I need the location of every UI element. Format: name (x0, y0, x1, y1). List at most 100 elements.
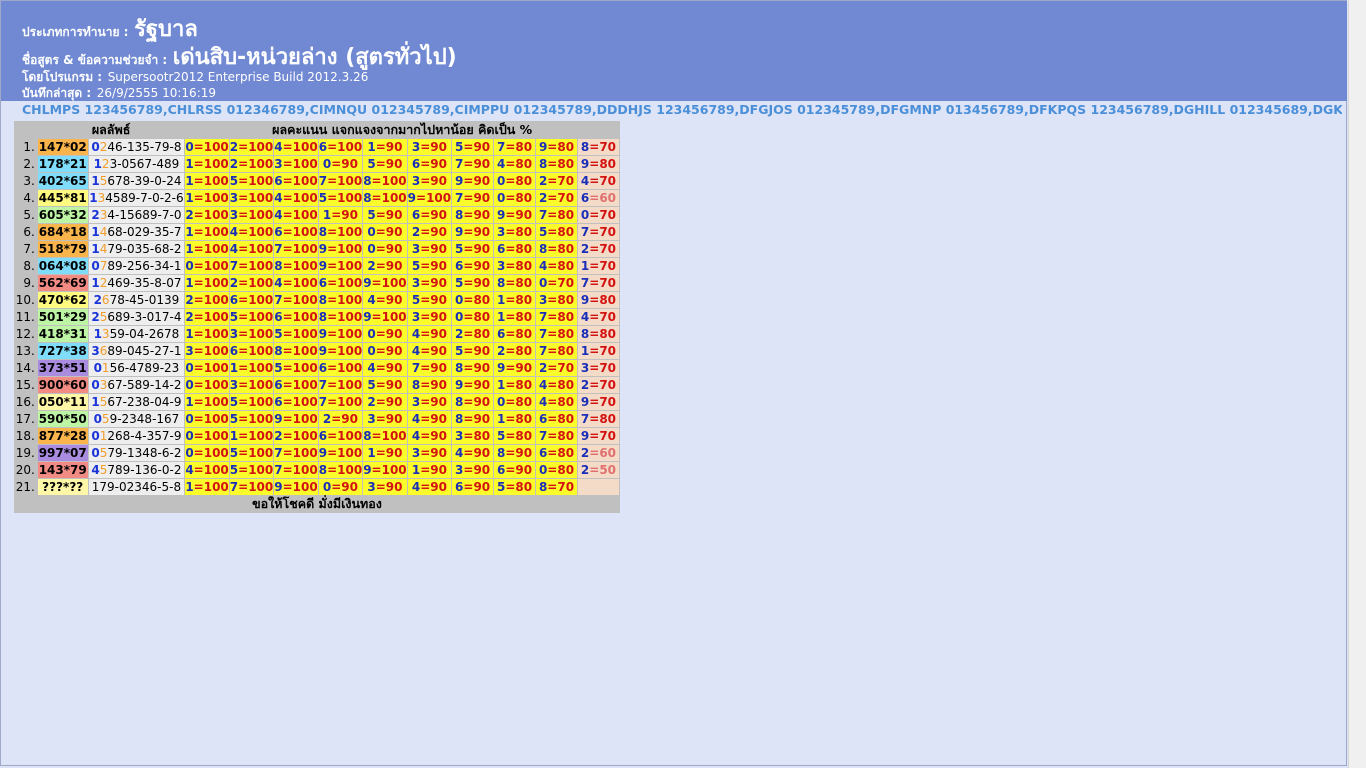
score-percent: =80 (547, 378, 575, 392)
table-row: 2. 178*21 123-0567-489 1=100 2=100 3=100 0=90 5… (15, 156, 619, 172)
score-digit: 4 (229, 225, 239, 239)
score-percent: =100 (193, 293, 229, 307)
header-score: ผลคะแนน แจกแจงจากมากไปหาน้อย คิดเป็น % (185, 122, 619, 138)
score-digit: 8 (274, 344, 283, 358)
score-percent: =90 (375, 140, 403, 154)
result-cell: 178*21 (37, 156, 88, 172)
score-cell: 6=100 (318, 428, 363, 444)
score-cell: 6=90 (452, 258, 494, 274)
score-percent: =100 (327, 463, 363, 477)
score-cell: 3=90 (363, 411, 407, 427)
score-percent: =90 (463, 225, 491, 239)
sequence-rest: 9-2348-167 (109, 412, 180, 426)
score-cell: 3=80 (452, 428, 494, 444)
score-percent: =100 (193, 361, 229, 375)
score-cell: 5=80 (536, 224, 577, 240)
score-percent: =90 (420, 327, 447, 341)
score-digit: 1 (411, 463, 421, 477)
score-digit: 9 (407, 191, 417, 205)
score-percent: =50 (589, 463, 617, 477)
score-cell: 8=100 (363, 190, 407, 206)
score-percent: =70 (589, 344, 617, 358)
score-cell: 9=80 (577, 156, 619, 172)
score-cell: 7=100 (318, 394, 363, 410)
score-cell: 1=80 (494, 411, 536, 427)
score-cell: 9=80 (536, 139, 577, 155)
result-cell: 373*51 (37, 360, 88, 376)
sequence-second-digit: 2 (101, 157, 110, 171)
score-cell: 4=80 (536, 258, 577, 274)
score-percent: =90 (463, 361, 491, 375)
score-digit: 3 (411, 174, 421, 188)
code-item: CHLRSS 012346789 (167, 102, 305, 117)
table-row: 8. 064*08 0789-256-34-1 0=100 7=100 8=100 9=10… (15, 258, 619, 274)
vertical-scrollbar[interactable] (1348, 0, 1366, 768)
result-cell: 470*62 (37, 292, 88, 308)
score-percent: =90 (463, 191, 491, 205)
score-cell: 5=100 (318, 190, 363, 206)
score-cell: 0=80 (494, 173, 536, 189)
score-cell: 4=90 (407, 428, 452, 444)
score-digit: 9 (318, 242, 328, 256)
score-cell: 2=100 (185, 309, 229, 325)
score-percent: =90 (331, 157, 359, 171)
score-percent: =70 (547, 361, 575, 375)
score-digit: 0 (185, 429, 194, 443)
result-cell: 418*31 (37, 326, 88, 342)
result-cell: 605*32 (37, 207, 88, 223)
score-percent: =90 (420, 344, 447, 358)
score-digit: 6 (274, 174, 283, 188)
score-cell: 0=70 (536, 275, 577, 291)
score-digit: 0 (322, 480, 332, 494)
score-cell: 8=90 (494, 445, 536, 461)
score-percent: =90 (375, 293, 403, 307)
score-digit: 6 (318, 361, 328, 375)
score-cell: 7=80 (577, 411, 619, 427)
score-cell: 2=100 (185, 207, 229, 223)
code-item: DDDHJS 123456789 (596, 102, 735, 117)
score-percent: =90 (375, 378, 403, 392)
score-digit: 1 (229, 429, 239, 443)
table-row: 21. ???*?? 179-02346-5-8 1=100 7=100 9=100 0=9… (15, 479, 619, 495)
score-cell: 0=80 (452, 309, 494, 325)
score-digit: 7 (229, 259, 239, 273)
score-cell: 8=100 (363, 428, 407, 444)
score-cell: 9=90 (452, 224, 494, 240)
sequence-first-digit: 2 (91, 310, 100, 324)
score-cell: 3=100 (185, 343, 229, 359)
row-number: 3. (15, 173, 37, 189)
score-digit: 9 (274, 412, 283, 426)
score-cell: 5=100 (229, 394, 274, 410)
score-cell: 4=90 (407, 479, 452, 495)
score-cell: 7=100 (274, 241, 318, 257)
score-digit: 4 (229, 242, 239, 256)
score-percent: =80 (547, 293, 575, 307)
score-digit: 5 (274, 327, 283, 341)
score-cell: 6=90 (494, 462, 536, 478)
score-percent: =100 (193, 191, 229, 205)
score-percent: =90 (420, 412, 447, 426)
score-percent: =80 (505, 412, 533, 426)
score-percent: =90 (375, 259, 403, 273)
score-digit: 5 (229, 310, 239, 324)
score-digit: 2 (367, 395, 376, 409)
score-cell: 7=80 (494, 139, 536, 155)
sequence-cell: 1479-035-68-2 (88, 241, 185, 257)
score-percent: =70 (589, 378, 617, 392)
score-cell: 8=70 (536, 479, 577, 495)
score-digit: 0 (367, 344, 376, 358)
score-cell: 7=80 (536, 326, 577, 342)
score-digit: 1 (367, 140, 376, 154)
row-number: 19. (15, 445, 37, 461)
score-percent: =100 (238, 378, 274, 392)
score-percent: =100 (282, 259, 318, 273)
score-percent: =80 (505, 242, 533, 256)
score-cell: 0=100 (185, 377, 229, 393)
score-digit: 9 (318, 327, 328, 341)
score-cell: 8=100 (318, 292, 363, 308)
score-cell: 7=80 (536, 207, 577, 223)
sequence-rest: 59-04-2678 (109, 327, 180, 341)
score-percent: =80 (505, 344, 533, 358)
saved-value: 26/9/2555 10:16:19 (96, 86, 217, 100)
score-cell: 3=90 (363, 479, 407, 495)
